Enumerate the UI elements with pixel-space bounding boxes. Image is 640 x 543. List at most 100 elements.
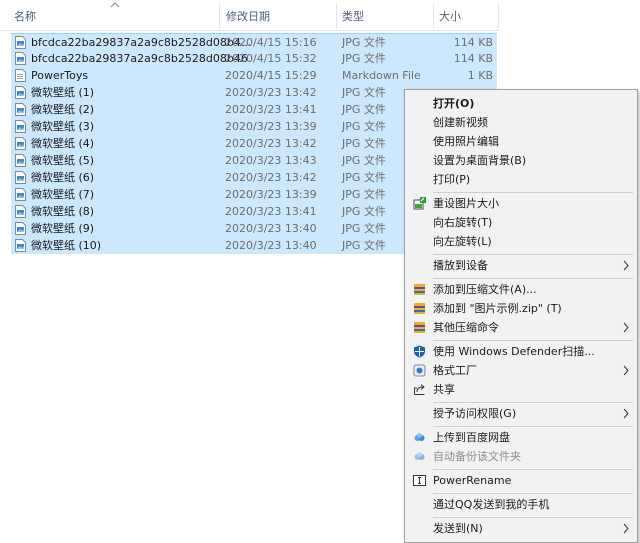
- column-divider[interactable]: [219, 4, 220, 28]
- menu-item-resize-images[interactable]: 重设图片大小: [405, 194, 637, 213]
- file-type: JPG 文件: [342, 188, 386, 201]
- file-type: JPG 文件: [342, 222, 386, 235]
- file-name: bfcdca22ba29837a2a9c8b2528d08b4...: [31, 36, 252, 49]
- image-file-icon: [15, 171, 26, 184]
- menu-item-create-video[interactable]: 创建新视频: [405, 113, 637, 132]
- file-type: Markdown File: [342, 69, 421, 82]
- menu-item-label: 使用 Windows Defender扫描...: [433, 345, 595, 358]
- menu-separator: [433, 192, 633, 193]
- file-type: JPG 文件: [342, 120, 386, 133]
- file-size: 114 KB: [453, 36, 493, 49]
- file-row[interactable]: bfcdca22ba29837a2a9c8b2528d08b46 2020/4/1…: [11, 50, 497, 67]
- share-icon: [414, 384, 425, 395]
- file-type: JPG 文件: [342, 86, 386, 99]
- file-name: 微软壁纸 (3): [31, 120, 95, 133]
- file-date: 2020/4/15 15:32: [225, 52, 317, 65]
- menu-item-upload-baidu[interactable]: 上传到百度网盘: [405, 428, 637, 447]
- column-header-name[interactable]: 名称: [14, 0, 36, 30]
- menu-item-format-factory[interactable]: 格式工厂: [405, 361, 637, 380]
- menu-item-grant-access[interactable]: 授予访问权限(G): [405, 404, 637, 423]
- menu-item-print[interactable]: 打印(P): [405, 170, 637, 189]
- file-row[interactable]: PowerToys 2020/4/15 15:29 Markdown File 1 K…: [11, 67, 497, 84]
- file-size: 114 KB: [453, 52, 493, 65]
- menu-item-defender-scan[interactable]: 使用 Windows Defender扫描...: [405, 342, 637, 361]
- image-file-icon: [15, 188, 26, 201]
- file-date: 2020/4/15 15:16: [225, 36, 317, 49]
- column-divider[interactable]: [433, 4, 434, 28]
- power-rename-icon: [413, 475, 426, 486]
- menu-item-open[interactable]: 打开(O): [405, 94, 637, 113]
- menu-separator: [433, 402, 633, 403]
- markdown-file-icon: [15, 69, 26, 82]
- baidu-netdisk-icon: [414, 452, 425, 460]
- menu-item-auto-backup[interactable]: 自动备份该文件夹: [405, 447, 637, 466]
- menu-item-label: 向右旋转(T): [433, 216, 493, 229]
- menu-item-label: 发送到(N): [433, 522, 483, 535]
- menu-item-label: 向左旋转(L): [433, 235, 492, 248]
- menu-item-label: 格式工厂: [433, 364, 477, 377]
- menu-item-add-to-zip[interactable]: 添加到 "图片示例.zip" (T): [405, 299, 637, 318]
- file-size: 1 KB: [467, 69, 493, 82]
- menu-item-label: 其他压缩命令: [433, 321, 499, 334]
- menu-item-label: 打印(P): [433, 173, 471, 186]
- menu-item-label: 授予访问权限(G): [433, 407, 517, 420]
- chevron-right-icon: [623, 260, 629, 271]
- menu-item-label: 播放到设备: [433, 259, 488, 272]
- file-name: 微软壁纸 (7): [31, 188, 95, 201]
- file-name: 微软壁纸 (4): [31, 137, 95, 150]
- menu-item-other-compress[interactable]: 其他压缩命令: [405, 318, 637, 337]
- column-header-type[interactable]: 类型: [342, 0, 364, 30]
- image-file-icon: [15, 86, 26, 99]
- image-file-icon: [15, 137, 26, 150]
- menu-separator: [433, 517, 633, 518]
- menu-separator: [433, 493, 633, 494]
- menu-item-label: 自动备份该文件夹: [433, 450, 521, 463]
- file-type: JPG 文件: [342, 52, 386, 65]
- chevron-right-icon: [623, 365, 629, 376]
- menu-item-label: 设置为桌面背景(B): [433, 154, 527, 167]
- winrar-archive-icon: [414, 322, 425, 333]
- column-header-bar: 名称 修改日期 类型 大小: [0, 0, 500, 31]
- menu-item-power-rename[interactable]: PowerRename: [405, 471, 637, 490]
- menu-separator: [433, 469, 633, 470]
- context-menu: 打开(O) 创建新视频 使用照片编辑 设置为桌面背景(B) 打印(P) 重设图片…: [404, 89, 638, 543]
- menu-separator: [433, 254, 633, 255]
- column-header-size[interactable]: 大小: [439, 0, 461, 30]
- file-name: 微软壁纸 (2): [31, 103, 95, 116]
- column-divider[interactable]: [336, 4, 337, 28]
- file-type: JPG 文件: [342, 239, 386, 252]
- menu-item-set-wallpaper[interactable]: 设置为桌面背景(B): [405, 151, 637, 170]
- file-row[interactable]: bfcdca22ba29837a2a9c8b2528d08b4... 2020/4…: [11, 33, 497, 51]
- winrar-archive-icon: [414, 303, 425, 314]
- menu-item-add-to-archive[interactable]: 添加到压缩文件(A)...: [405, 280, 637, 299]
- image-file-icon: [15, 52, 26, 65]
- menu-separator: [433, 340, 633, 341]
- column-divider[interactable]: [498, 4, 499, 28]
- file-date: 2020/3/23 13:42: [225, 86, 317, 99]
- menu-item-send-qq-phone[interactable]: 通过QQ发送到我的手机: [405, 495, 637, 514]
- menu-item-share[interactable]: 共享: [405, 380, 637, 399]
- menu-item-label: 共享: [433, 383, 455, 396]
- file-type: JPG 文件: [342, 36, 386, 49]
- menu-item-rotate-left[interactable]: 向左旋转(L): [405, 232, 637, 251]
- menu-item-label: 创建新视频: [433, 116, 488, 129]
- file-date: 2020/3/23 13:41: [225, 205, 317, 218]
- menu-item-label: 重设图片大小: [433, 197, 499, 210]
- file-type: JPG 文件: [342, 103, 386, 116]
- file-date: 2020/3/23 13:40: [225, 222, 317, 235]
- file-name: 微软壁纸 (1): [31, 86, 95, 99]
- column-header-date[interactable]: 修改日期: [226, 0, 270, 30]
- menu-item-label: 添加到 "图片示例.zip" (T): [433, 302, 562, 315]
- chevron-right-icon: [623, 408, 629, 419]
- menu-item-edit-photos[interactable]: 使用照片编辑: [405, 132, 637, 151]
- menu-item-rotate-right[interactable]: 向右旋转(T): [405, 213, 637, 232]
- file-type: JPG 文件: [342, 171, 386, 184]
- file-name: 微软壁纸 (10): [31, 239, 102, 252]
- format-factory-icon: [413, 364, 426, 377]
- menu-item-send-to[interactable]: 发送到(N): [405, 519, 637, 538]
- file-type: JPG 文件: [342, 154, 386, 167]
- menu-item-label: 打开(O): [433, 97, 475, 110]
- menu-separator: [433, 278, 633, 279]
- file-date: 2020/3/23 13:42: [225, 137, 317, 150]
- menu-item-cast-to-device[interactable]: 播放到设备: [405, 256, 637, 275]
